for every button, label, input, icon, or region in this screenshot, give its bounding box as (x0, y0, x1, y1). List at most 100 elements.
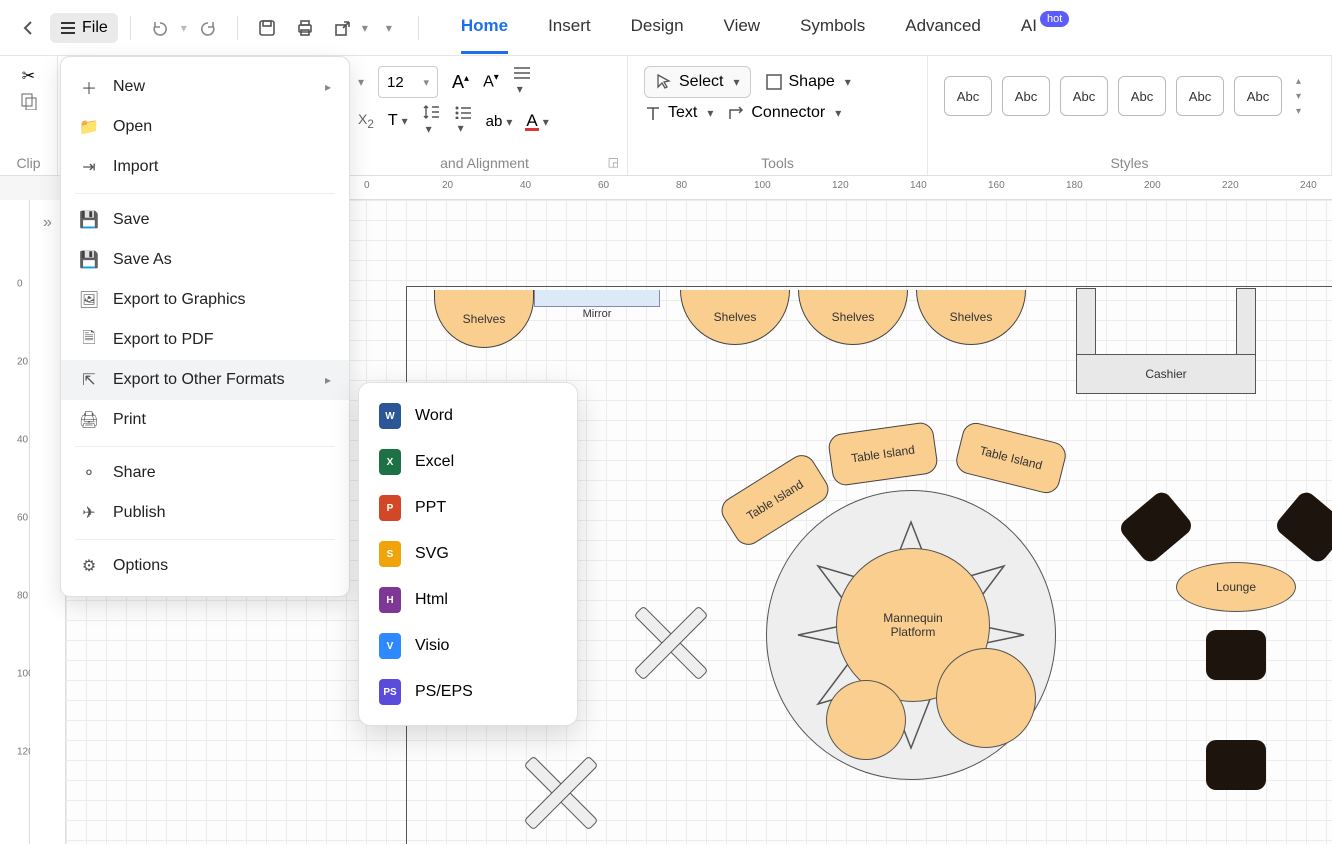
publish-icon: ✈ (79, 503, 99, 523)
file-menu-button[interactable]: File (50, 13, 118, 43)
tab-insert[interactable]: Insert (548, 16, 591, 40)
visio-icon: V (379, 633, 401, 659)
ppt-icon: P (379, 495, 401, 521)
text-icon (644, 104, 662, 122)
file-options[interactable]: ⚙Options (61, 546, 349, 586)
export-svg[interactable]: SSVG (359, 531, 577, 577)
connector-icon (727, 104, 745, 122)
cross-shape[interactable] (526, 758, 596, 828)
styles-more-icon[interactable]: ▾ (1296, 106, 1301, 117)
font-icon[interactable]: T (388, 112, 408, 130)
text-direction-icon[interactable]: ab (486, 113, 513, 130)
styles-group-label: Styles (944, 151, 1315, 171)
file-import[interactable]: ⇥Import (61, 147, 349, 187)
import-icon: ⇥ (79, 157, 99, 177)
file-export-graphics[interactable]: 🖼Export to Graphics (61, 280, 349, 320)
connector-tool[interactable]: Connector (727, 104, 841, 122)
shape-icon (765, 73, 783, 91)
font-dialog-launcher-icon[interactable]: ◲ (608, 155, 619, 169)
file-save[interactable]: 💾Save (61, 200, 349, 240)
export-ps[interactable]: PSPS/EPS (359, 669, 577, 715)
share-icon: ⚬ (79, 463, 99, 483)
styles-down-icon[interactable]: ▾ (1296, 91, 1301, 102)
tab-design[interactable]: Design (631, 16, 684, 40)
file-menu: ＋New▸ 📁Open ⇥Import 💾Save 💾Save As 🖼Expo… (60, 56, 350, 597)
export-excel[interactable]: XExcel (359, 439, 577, 485)
excel-icon: X (379, 449, 401, 475)
tab-advanced[interactable]: Advanced (905, 16, 981, 40)
file-share[interactable]: ⚬Share (61, 453, 349, 493)
tab-symbols[interactable]: Symbols (800, 16, 865, 40)
tab-view[interactable]: View (724, 16, 761, 40)
export-icon[interactable] (326, 11, 360, 45)
mannequin-small[interactable] (936, 648, 1036, 748)
chair-shape[interactable] (1206, 630, 1266, 680)
cashier-shape[interactable]: Cashier (1076, 288, 1256, 394)
font-color-icon[interactable]: A (526, 111, 548, 131)
save-icon[interactable] (250, 11, 284, 45)
style-swatch-5[interactable]: Abc (1176, 76, 1224, 116)
overflow-icon[interactable]: ▾ (372, 11, 406, 45)
tools-group-label: Tools (644, 151, 911, 171)
cross-shape[interactable] (636, 608, 706, 678)
increase-font-icon[interactable]: A▴ (452, 72, 469, 93)
hot-badge: hot (1040, 11, 1069, 27)
pdf-icon: 🗎 (79, 330, 99, 350)
file-publish[interactable]: ✈Publish (61, 493, 349, 533)
export-ppt[interactable]: PPPT (359, 485, 577, 531)
text-tool[interactable]: Text (644, 104, 713, 122)
list-icon[interactable] (454, 105, 472, 137)
html-icon: H (379, 587, 401, 613)
style-swatch-1[interactable]: Abc (944, 76, 992, 116)
style-swatch-4[interactable]: Abc (1118, 76, 1166, 116)
file-new[interactable]: ＋New▸ (61, 67, 349, 107)
export-submenu: WWord XExcel PPPT SSVG HHtml VVisio PSPS… (358, 382, 578, 726)
decrease-font-icon[interactable]: A▾ (483, 72, 499, 91)
align-icon[interactable] (513, 66, 531, 98)
mannequin-small[interactable] (826, 680, 906, 760)
export-visio[interactable]: VVisio (359, 623, 577, 669)
file-save-as[interactable]: 💾Save As (61, 240, 349, 280)
chevron-right-icon: ▸ (325, 373, 331, 387)
file-export-pdf[interactable]: 🗎Export to PDF (61, 320, 349, 360)
redo-icon[interactable] (191, 11, 225, 45)
vertical-ruler: 0 20 40 60 80 100 120 (0, 200, 30, 844)
export-word[interactable]: WWord (359, 393, 577, 439)
cut-icon[interactable]: ✂ (22, 66, 35, 86)
export-html[interactable]: HHtml (359, 577, 577, 623)
word-icon: W (379, 403, 401, 429)
mirror-shape[interactable]: Mirror (534, 290, 660, 307)
file-open[interactable]: 📁Open (61, 107, 349, 147)
lounge-shape[interactable]: Lounge (1176, 562, 1296, 612)
shape-tool[interactable]: Shape (765, 73, 851, 91)
clip-group-label: Clip (16, 151, 41, 171)
print-icon[interactable] (288, 11, 322, 45)
ps-icon: PS (379, 679, 401, 705)
styles-up-icon[interactable]: ▴ (1296, 76, 1301, 87)
image-icon: 🖼 (79, 290, 99, 310)
file-print[interactable]: 🖨Print (61, 400, 349, 440)
save-icon: 💾 (79, 210, 99, 230)
save-as-icon: 💾 (79, 250, 99, 270)
font-size-select[interactable]: 12▾ (378, 66, 438, 98)
tab-ai[interactable]: AIhot (1021, 16, 1066, 40)
back-icon[interactable] (12, 11, 46, 45)
file-label: File (82, 19, 108, 37)
style-swatch-3[interactable]: Abc (1060, 76, 1108, 116)
file-export-other[interactable]: ⇱Export to Other Formats▸ (61, 360, 349, 400)
gear-icon: ⚙ (79, 556, 99, 576)
style-swatch-6[interactable]: Abc (1234, 76, 1282, 116)
cursor-icon (655, 73, 673, 91)
folder-icon: 📁 (79, 117, 99, 137)
undo-icon[interactable] (143, 11, 177, 45)
export-icon: ⇱ (79, 370, 99, 390)
font-group-label: and Alignment (358, 151, 611, 171)
chair-shape[interactable] (1206, 740, 1266, 790)
line-spacing-icon[interactable] (422, 104, 440, 138)
tab-home[interactable]: Home (461, 16, 508, 40)
style-swatch-2[interactable]: Abc (1002, 76, 1050, 116)
svg-icon: S (379, 541, 401, 567)
select-tool[interactable]: Select (644, 66, 751, 98)
chevron-right-icon: ▸ (325, 80, 331, 94)
copy-icon[interactable] (20, 92, 38, 110)
